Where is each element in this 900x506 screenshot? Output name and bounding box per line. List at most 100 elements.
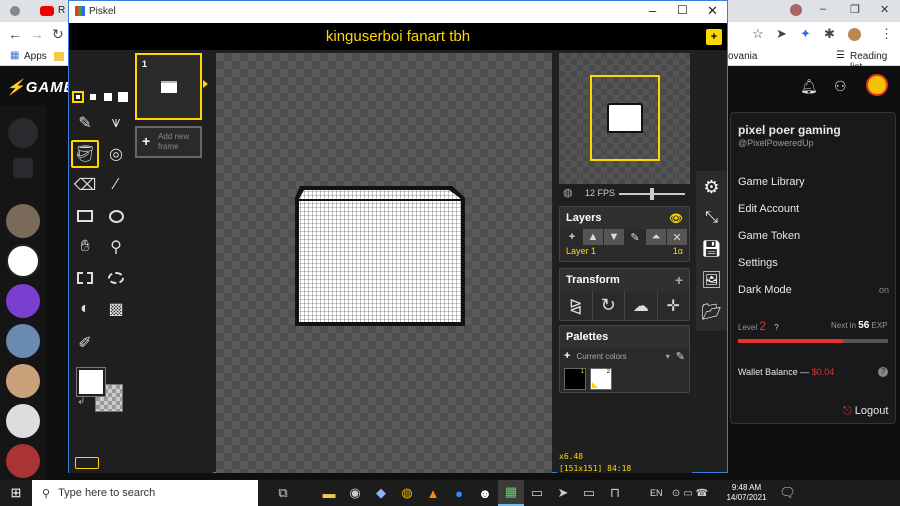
clone-sheep-icon[interactable]: ☁︎ xyxy=(625,291,658,320)
layer-row[interactable]: Layer 1 1α xyxy=(560,245,689,257)
add-new-frame-button[interactable]: + Add new frame xyxy=(135,126,202,158)
site-logo[interactable]: ⚡GAME xyxy=(6,78,75,96)
transform-expand-icon[interactable]: + xyxy=(675,272,683,288)
puzzle-icon[interactable]: ✱ xyxy=(824,26,835,42)
color-picker-icon[interactable]: ✐ xyxy=(71,329,99,357)
user-avatar[interactable] xyxy=(866,74,888,96)
sidebar-avatar-6[interactable] xyxy=(6,324,40,358)
pen-size-4[interactable] xyxy=(117,91,129,103)
usb-icon[interactable]: ⊓ xyxy=(602,480,628,506)
settings-gear-icon[interactable]: ⚙ xyxy=(696,174,727,200)
reading-list-icon[interactable]: ☰ xyxy=(836,50,845,61)
bell-icon[interactable]: 🔔︎ xyxy=(800,78,818,95)
shape-select-icon[interactable]: ⚲ xyxy=(102,233,130,261)
vlc-icon[interactable]: ▲ xyxy=(420,480,446,506)
tray-icons[interactable]: ⊙▭☎︎ xyxy=(663,480,721,506)
eraser-icon[interactable]: ⌫ xyxy=(71,171,99,199)
chrome-restore-button[interactable]: ❐ xyxy=(850,3,860,16)
merge-layer-icon[interactable]: ⏶ xyxy=(646,229,666,245)
zoom-icon[interactable]: ● xyxy=(446,480,472,506)
profile-avatar[interactable] xyxy=(848,28,861,41)
forward-icon[interactable]: → xyxy=(30,26,44,42)
dark-mode-value[interactable]: on xyxy=(879,285,889,295)
windows-start-icon[interactable]: ⊞ xyxy=(0,480,32,506)
pen-size-1[interactable] xyxy=(72,91,84,103)
circle-tool-icon[interactable] xyxy=(102,202,130,230)
rectangle-tool-icon[interactable] xyxy=(71,202,99,230)
lasso-select-icon[interactable] xyxy=(102,264,130,292)
help-icon[interactable]: ? xyxy=(878,367,888,377)
level-help[interactable]: ? xyxy=(774,323,778,332)
sidebar-avatar-9[interactable] xyxy=(6,444,40,478)
center-align-icon[interactable]: ✛ xyxy=(658,291,690,320)
palette-select[interactable]: Current colors ▾ xyxy=(576,352,669,361)
export-image-icon[interactable]: 🖼︎ xyxy=(696,267,727,293)
window-close-button[interactable]: ✕ xyxy=(707,3,718,19)
pen-size-3[interactable] xyxy=(102,91,114,103)
file-explorer-icon[interactable]: ▬ xyxy=(316,480,342,506)
rename-layer-icon[interactable]: ✎ xyxy=(625,229,645,245)
sidebar-icon-2[interactable] xyxy=(13,158,33,178)
delete-layer-icon[interactable]: ✕ xyxy=(667,229,687,245)
menu-game-library[interactable]: Game Library xyxy=(738,176,805,188)
fps-slider-thumb[interactable] xyxy=(650,188,654,200)
flip-icon[interactable]: ⧎ xyxy=(560,291,593,320)
add-layer-icon[interactable]: + xyxy=(562,229,582,245)
swap-colors-icon[interactable]: ↲ xyxy=(77,396,85,407)
menu-game-token[interactable]: Game Token xyxy=(738,230,800,242)
extension-icon[interactable]: ➤ xyxy=(776,26,787,42)
paint-bucket-icon[interactable]: 🪣︎ xyxy=(71,140,99,168)
sidebar-avatar-8[interactable] xyxy=(6,404,40,438)
chrome-profile-icon[interactable] xyxy=(790,4,802,16)
layer-visibility-eye-icon[interactable]: 👁︎ xyxy=(669,212,683,225)
dithering-icon[interactable]: ▩ xyxy=(102,295,130,323)
fps-slider-track[interactable] xyxy=(619,188,685,200)
language-indicator[interactable]: EN xyxy=(650,488,663,498)
sidebar-avatar-1[interactable] xyxy=(8,118,38,148)
bookmark-apps[interactable]: Apps xyxy=(24,51,47,62)
logout-button[interactable]: ⎋ Logout xyxy=(843,405,888,418)
document-title[interactable]: kinguserboi fanart tbh xyxy=(69,28,727,45)
edit-palette-icon[interactable]: ✎ xyxy=(676,350,685,363)
piskel-taskbar-icon[interactable]: ▦ xyxy=(498,480,524,506)
keyboard-shortcuts-icon[interactable] xyxy=(75,457,99,469)
save-icon[interactable]: 💾︎ xyxy=(696,236,727,262)
extension-icon-2[interactable]: ✦ xyxy=(800,26,811,42)
drawing-canvas[interactable] xyxy=(216,53,552,473)
app-icon-7[interactable]: ☻ xyxy=(472,480,498,506)
move-layer-up-icon[interactable]: ▲ xyxy=(583,229,603,245)
sidebar-avatar-4[interactable] xyxy=(6,244,40,278)
add-palette-icon[interactable]: + xyxy=(564,350,570,362)
vertical-mirror-pen-icon[interactable]: ⩛ xyxy=(102,109,130,137)
tab-label[interactable]: R xyxy=(58,5,65,16)
sidebar-avatar-5[interactable] xyxy=(6,284,40,318)
frame-thumbnail[interactable]: 1 xyxy=(135,53,202,120)
apps-grid-icon[interactable]: ▦ xyxy=(10,50,19,61)
new-piskel-button[interactable]: + xyxy=(706,29,722,45)
taskbar-search[interactable]: ⚲ Type here to search xyxy=(32,480,258,506)
lighten-icon[interactable]: ◐ xyxy=(71,295,99,323)
sidebar-avatar-3[interactable] xyxy=(6,204,40,238)
menu-icon[interactable]: ⋮ xyxy=(880,26,893,42)
primary-color[interactable] xyxy=(76,367,106,397)
move-hand-icon[interactable]: ✋︎ xyxy=(71,233,99,261)
chrome-icon[interactable]: ◍ xyxy=(394,480,420,506)
rotate-icon[interactable]: ↻ xyxy=(593,291,625,320)
star-icon[interactable]: ☆ xyxy=(752,26,764,42)
open-folder-icon[interactable]: 📂︎ xyxy=(696,299,727,325)
app-icon-2[interactable]: ◉ xyxy=(342,480,368,506)
resize-icon[interactable]: ⤡ xyxy=(696,205,727,231)
swatch-white[interactable]: 2 xyxy=(590,368,612,390)
dark-mode-label[interactable]: Dark Mode xyxy=(738,284,792,296)
move-layer-down-icon[interactable]: ▼ xyxy=(604,229,624,245)
sidebar-avatar-7[interactable] xyxy=(6,364,40,398)
clock[interactable]: 9:48 AM 14/07/2021 xyxy=(721,483,773,503)
menu-settings[interactable]: Settings xyxy=(738,257,778,269)
paint-same-color-icon[interactable]: ◎ xyxy=(102,140,130,168)
back-icon[interactable]: ← xyxy=(8,26,22,42)
stroke-icon[interactable]: ⁄ xyxy=(102,171,130,199)
bookmark-partial[interactable]: ovania xyxy=(728,51,757,62)
window-maximize-button[interactable]: ☐ xyxy=(677,3,688,17)
pen-size-2[interactable] xyxy=(87,91,99,103)
pen-tool-icon[interactable]: ✎ xyxy=(71,109,99,137)
